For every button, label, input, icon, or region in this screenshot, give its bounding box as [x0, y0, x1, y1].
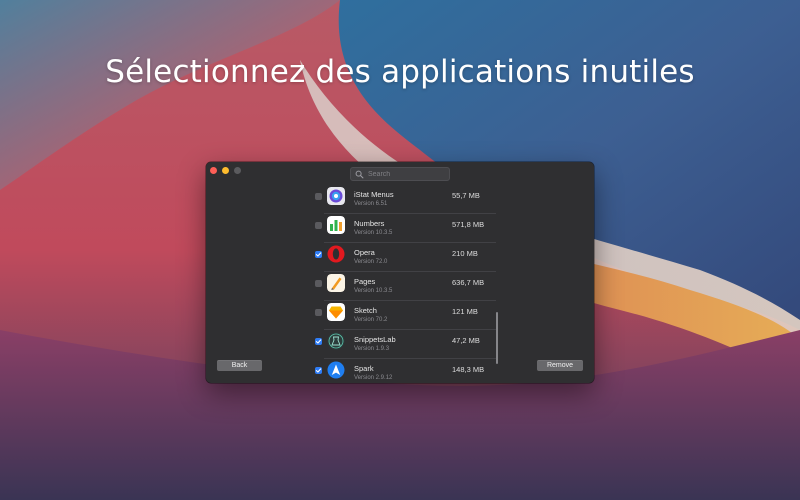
application-list: iStat Menus Version 6.51 55,7 MB Numbers…: [312, 184, 496, 383]
app-size: 47,2 MB: [452, 336, 480, 345]
app-version: Version 70.2: [354, 317, 388, 323]
minimize-window-button[interactable]: [222, 167, 229, 174]
app-checkbox[interactable]: [315, 222, 322, 229]
spark-icon: [327, 361, 345, 379]
app-size: 121 MB: [452, 307, 478, 316]
app-size: 210 MB: [452, 249, 478, 258]
app-row-numbers[interactable]: Numbers Version 10.3.5 571,8 MB: [312, 214, 496, 243]
app-name: Opera: [354, 248, 375, 257]
app-size: 55,7 MB: [452, 191, 480, 200]
app-checkbox[interactable]: [315, 280, 322, 287]
app-version: Version 10.3.5: [354, 288, 393, 294]
snippetslab-icon: [327, 332, 345, 350]
app-row-istat-menus[interactable]: iStat Menus Version 6.51 55,7 MB: [312, 185, 496, 214]
app-row-sketch[interactable]: Sketch Version 70.2 121 MB: [312, 301, 496, 330]
app-name: Pages: [354, 277, 376, 286]
app-row-pages[interactable]: Pages Version 10.3.5 636,7 MB: [312, 272, 496, 301]
checkmark-icon: [315, 252, 322, 257]
app-checkbox[interactable]: [315, 309, 322, 316]
search-field[interactable]: [350, 167, 450, 181]
app-version: Version 6.51: [354, 201, 388, 207]
app-checkbox-checked[interactable]: [315, 338, 322, 345]
app-size: 148,3 MB: [452, 365, 485, 374]
app-version: Version 10.3.5: [354, 230, 393, 236]
pages-icon: [327, 274, 345, 292]
list-scrollbar[interactable]: [496, 312, 498, 364]
remove-button[interactable]: Remove: [537, 360, 583, 371]
app-row-spark[interactable]: Spark Version 2.9.12 148,3 MB: [312, 359, 496, 383]
app-checkbox-checked[interactable]: [315, 367, 322, 374]
back-button[interactable]: Back: [217, 360, 262, 371]
app-checkbox-checked[interactable]: [315, 251, 322, 258]
app-checkbox[interactable]: [315, 193, 322, 200]
close-window-button[interactable]: [210, 167, 217, 174]
app-name: Spark: [354, 364, 374, 373]
app-version: Version 1.9.3: [354, 346, 390, 352]
app-version: Version 2.9.12: [354, 375, 393, 381]
numbers-icon: [327, 216, 345, 234]
app-window: iStat Menus Version 6.51 55,7 MB Numbers…: [206, 162, 594, 383]
search-input[interactable]: [364, 170, 448, 178]
checkmark-icon: [315, 368, 322, 373]
app-row-snippetslab[interactable]: SnippetsLab Version 1.9.3 47,2 MB: [312, 330, 496, 359]
page-headline: Sélectionnez des applications inutiles: [105, 54, 695, 90]
sketch-icon: [327, 303, 345, 321]
app-name: iStat Menus: [354, 190, 394, 199]
app-row-opera[interactable]: Opera Version 72.0 210 MB: [312, 243, 496, 272]
app-size: 636,7 MB: [452, 278, 485, 287]
app-version: Version 72.0: [354, 259, 388, 265]
search-icon: [355, 170, 364, 178]
opera-icon: [327, 245, 345, 263]
app-size: 571,8 MB: [452, 220, 485, 229]
title-bar: [206, 162, 594, 184]
app-name: Numbers: [354, 219, 385, 228]
istat-menus-icon: [327, 187, 345, 205]
app-name: SnippetsLab: [354, 335, 396, 344]
app-name: Sketch: [354, 306, 377, 315]
checkmark-icon: [315, 339, 322, 344]
zoom-window-button[interactable]: [234, 167, 241, 174]
